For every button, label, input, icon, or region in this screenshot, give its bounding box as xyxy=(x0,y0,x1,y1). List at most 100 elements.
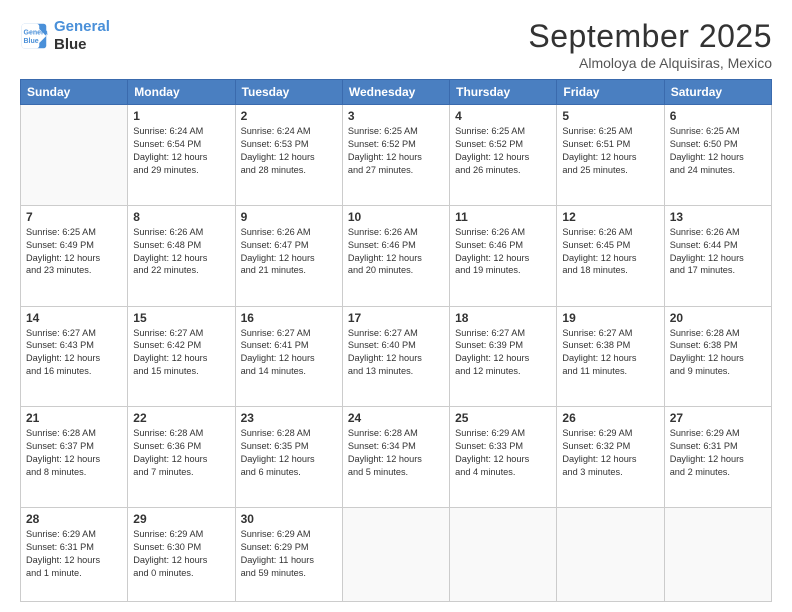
table-cell: 6Sunrise: 6:25 AM Sunset: 6:50 PM Daylig… xyxy=(664,105,771,206)
table-cell: 4 Sunrise: 6:25 AM Sunset: 6:52 PM Daylig… xyxy=(450,105,557,206)
day-number: 9 xyxy=(241,210,337,224)
table-cell: 3 Sunrise: 6:25 AM Sunset: 6:52 PM Daylig… xyxy=(342,105,449,206)
day-info: Sunrise: 6:28 AM Sunset: 6:38 PM Dayligh… xyxy=(670,327,766,379)
table-cell: 5Sunrise: 6:25 AM Sunset: 6:51 PM Daylig… xyxy=(557,105,664,206)
day-number: 2 xyxy=(241,109,337,123)
day-info: Sunrise: 6:29 AM Sunset: 6:29 PM Dayligh… xyxy=(241,528,337,580)
svg-text:Blue: Blue xyxy=(24,38,39,45)
table-cell: 1 Sunrise: 6:24 AM Sunset: 6:54 PM Daylig… xyxy=(128,105,235,206)
logo: General Blue General Blue xyxy=(20,18,110,54)
logo-text: General Blue xyxy=(54,18,110,54)
month-title: September 2025 xyxy=(528,18,772,55)
table-cell: 26 Sunrise: 6:29 AM Sunset: 6:32 PM Dayli… xyxy=(557,407,664,508)
table-cell xyxy=(21,105,128,206)
day-info: Sunrise: 6:27 AM Sunset: 6:42 PM Dayligh… xyxy=(133,327,229,379)
table-cell: 13 Sunrise: 6:26 AM Sunset: 6:44 PM Dayli… xyxy=(664,205,771,306)
table-cell: 9 Sunrise: 6:26 AM Sunset: 6:47 PM Daylig… xyxy=(235,205,342,306)
table-cell xyxy=(450,508,557,602)
day-info: Sunrise: 6:29 AM Sunset: 6:31 PM Dayligh… xyxy=(26,528,122,580)
table-cell: 16 Sunrise: 6:27 AM Sunset: 6:41 PM Dayli… xyxy=(235,306,342,407)
col-monday: Monday xyxy=(128,80,235,105)
day-number: 13 xyxy=(670,210,766,224)
table-cell: 17 Sunrise: 6:27 AM Sunset: 6:40 PM Dayli… xyxy=(342,306,449,407)
day-number: 12 xyxy=(562,210,658,224)
table-cell: 10 Sunrise: 6:26 AM Sunset: 6:46 PM Dayli… xyxy=(342,205,449,306)
day-info: Sunrise: 6:26 AM Sunset: 6:45 PM Dayligh… xyxy=(562,226,658,278)
day-number: 19 xyxy=(562,311,658,325)
table-cell xyxy=(342,508,449,602)
day-info: Sunrise: 6:27 AM Sunset: 6:40 PM Dayligh… xyxy=(348,327,444,379)
day-info: Sunrise: 6:24 AM Sunset: 6:53 PM Dayligh… xyxy=(241,125,337,177)
col-thursday: Thursday xyxy=(450,80,557,105)
day-info: Sunrise: 6:26 AM Sunset: 6:44 PM Dayligh… xyxy=(670,226,766,278)
day-number: 14 xyxy=(26,311,122,325)
col-saturday: Saturday xyxy=(664,80,771,105)
day-info: Sunrise: 6:29 AM Sunset: 6:32 PM Dayligh… xyxy=(562,427,658,479)
day-number: 30 xyxy=(241,512,337,526)
table-cell: 19Sunrise: 6:27 AM Sunset: 6:38 PM Dayli… xyxy=(557,306,664,407)
day-info: Sunrise: 6:25 AM Sunset: 6:49 PM Dayligh… xyxy=(26,226,122,278)
day-number: 29 xyxy=(133,512,229,526)
day-number: 1 xyxy=(133,109,229,123)
week-row-2: 7 Sunrise: 6:25 AM Sunset: 6:49 PM Daylig… xyxy=(21,205,772,306)
day-number: 23 xyxy=(241,411,337,425)
table-cell: 7 Sunrise: 6:25 AM Sunset: 6:49 PM Daylig… xyxy=(21,205,128,306)
week-row-1: 1 Sunrise: 6:24 AM Sunset: 6:54 PM Daylig… xyxy=(21,105,772,206)
day-info: Sunrise: 6:25 AM Sunset: 6:52 PM Dayligh… xyxy=(348,125,444,177)
day-number: 22 xyxy=(133,411,229,425)
page: General Blue General Blue September 2025… xyxy=(0,0,792,612)
header: General Blue General Blue September 2025… xyxy=(20,18,772,71)
table-cell: 24 Sunrise: 6:28 AM Sunset: 6:34 PM Dayli… xyxy=(342,407,449,508)
day-info: Sunrise: 6:27 AM Sunset: 6:41 PM Dayligh… xyxy=(241,327,337,379)
day-info: Sunrise: 6:26 AM Sunset: 6:46 PM Dayligh… xyxy=(348,226,444,278)
header-row: Sunday Monday Tuesday Wednesday Thursday… xyxy=(21,80,772,105)
table-cell xyxy=(557,508,664,602)
table-cell: 29 Sunrise: 6:29 AM Sunset: 6:30 PM Dayli… xyxy=(128,508,235,602)
day-number: 4 xyxy=(455,109,551,123)
table-cell: 18Sunrise: 6:27 AM Sunset: 6:39 PM Dayli… xyxy=(450,306,557,407)
day-info: Sunrise: 6:28 AM Sunset: 6:34 PM Dayligh… xyxy=(348,427,444,479)
col-sunday: Sunday xyxy=(21,80,128,105)
day-number: 24 xyxy=(348,411,444,425)
day-info: Sunrise: 6:28 AM Sunset: 6:37 PM Dayligh… xyxy=(26,427,122,479)
table-cell: 21 Sunrise: 6:28 AM Sunset: 6:37 PM Dayli… xyxy=(21,407,128,508)
day-number: 21 xyxy=(26,411,122,425)
table-cell: 8Sunrise: 6:26 AM Sunset: 6:48 PM Daylig… xyxy=(128,205,235,306)
day-number: 7 xyxy=(26,210,122,224)
col-wednesday: Wednesday xyxy=(342,80,449,105)
day-info: Sunrise: 6:29 AM Sunset: 6:30 PM Dayligh… xyxy=(133,528,229,580)
location-subtitle: Almoloya de Alquisiras, Mexico xyxy=(528,55,772,71)
day-info: Sunrise: 6:29 AM Sunset: 6:33 PM Dayligh… xyxy=(455,427,551,479)
col-friday: Friday xyxy=(557,80,664,105)
week-row-4: 21 Sunrise: 6:28 AM Sunset: 6:37 PM Dayli… xyxy=(21,407,772,508)
day-info: Sunrise: 6:25 AM Sunset: 6:52 PM Dayligh… xyxy=(455,125,551,177)
col-tuesday: Tuesday xyxy=(235,80,342,105)
day-info: Sunrise: 6:24 AM Sunset: 6:54 PM Dayligh… xyxy=(133,125,229,177)
day-number: 17 xyxy=(348,311,444,325)
day-number: 18 xyxy=(455,311,551,325)
day-number: 16 xyxy=(241,311,337,325)
day-info: Sunrise: 6:28 AM Sunset: 6:35 PM Dayligh… xyxy=(241,427,337,479)
table-cell xyxy=(664,508,771,602)
table-cell: 15Sunrise: 6:27 AM Sunset: 6:42 PM Dayli… xyxy=(128,306,235,407)
day-number: 28 xyxy=(26,512,122,526)
svg-text:General: General xyxy=(24,29,49,36)
day-number: 25 xyxy=(455,411,551,425)
table-cell: 28 Sunrise: 6:29 AM Sunset: 6:31 PM Dayli… xyxy=(21,508,128,602)
day-number: 8 xyxy=(133,210,229,224)
day-number: 10 xyxy=(348,210,444,224)
table-cell: 27Sunrise: 6:29 AM Sunset: 6:31 PM Dayli… xyxy=(664,407,771,508)
day-number: 27 xyxy=(670,411,766,425)
table-cell: 30 Sunrise: 6:29 AM Sunset: 6:29 PM Dayli… xyxy=(235,508,342,602)
day-info: Sunrise: 6:25 AM Sunset: 6:50 PM Dayligh… xyxy=(670,125,766,177)
table-cell: 12 Sunrise: 6:26 AM Sunset: 6:45 PM Dayli… xyxy=(557,205,664,306)
day-number: 3 xyxy=(348,109,444,123)
day-info: Sunrise: 6:26 AM Sunset: 6:47 PM Dayligh… xyxy=(241,226,337,278)
table-cell: 22Sunrise: 6:28 AM Sunset: 6:36 PM Dayli… xyxy=(128,407,235,508)
week-row-5: 28 Sunrise: 6:29 AM Sunset: 6:31 PM Dayli… xyxy=(21,508,772,602)
table-cell: 11Sunrise: 6:26 AM Sunset: 6:46 PM Dayli… xyxy=(450,205,557,306)
week-row-3: 14Sunrise: 6:27 AM Sunset: 6:43 PM Dayli… xyxy=(21,306,772,407)
day-number: 26 xyxy=(562,411,658,425)
table-cell: 20Sunrise: 6:28 AM Sunset: 6:38 PM Dayli… xyxy=(664,306,771,407)
title-block: September 2025 Almoloya de Alquisiras, M… xyxy=(528,18,772,71)
